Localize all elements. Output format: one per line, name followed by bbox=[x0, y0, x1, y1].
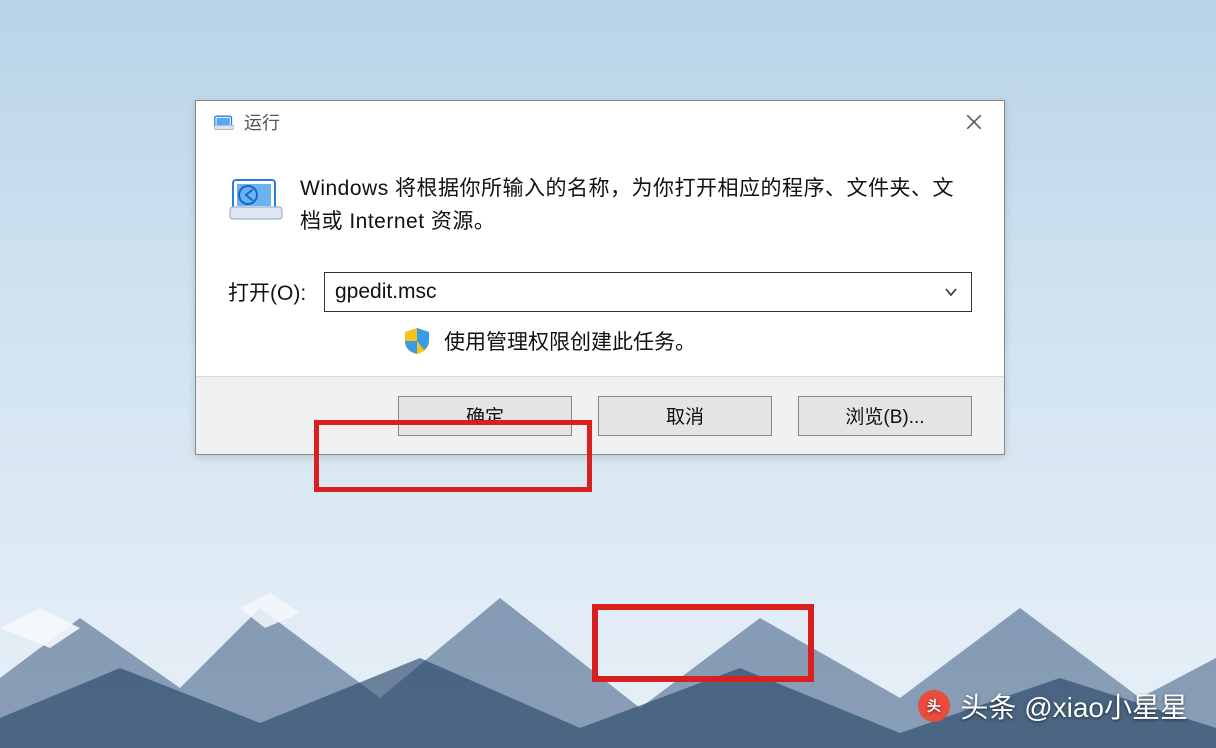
cancel-button[interactable]: 取消 bbox=[598, 396, 772, 436]
watermark: 头 头条 @xiao小星星 bbox=[918, 686, 1188, 726]
close-button[interactable] bbox=[962, 110, 986, 134]
admin-note-row: 使用管理权限创建此任务。 bbox=[228, 326, 972, 356]
browse-button[interactable]: 浏览(B)... bbox=[798, 396, 972, 436]
run-dialog: 运行 Windows 将根据你所输入的名称，为你打开相应的程序、文件夹、文档或 … bbox=[195, 100, 1005, 455]
admin-note-text: 使用管理权限创建此任务。 bbox=[444, 326, 696, 356]
run-icon-small bbox=[214, 113, 234, 131]
ok-button[interactable]: 确定 bbox=[398, 396, 572, 436]
open-label: 打开(O): bbox=[228, 277, 312, 307]
command-combo-wrapper bbox=[324, 272, 972, 312]
dialog-titlebar: 运行 bbox=[196, 101, 1004, 143]
watermark-logo-icon: 头 bbox=[918, 690, 950, 722]
dialog-footer: 确定 取消 浏览(B)... bbox=[196, 376, 1004, 454]
run-icon-large bbox=[228, 175, 284, 223]
open-row: 打开(O): bbox=[228, 272, 972, 312]
dialog-description: Windows 将根据你所输入的名称，为你打开相应的程序、文件夹、文档或 Int… bbox=[300, 173, 972, 238]
svg-text:头: 头 bbox=[927, 698, 941, 714]
description-row: Windows 将根据你所输入的名称，为你打开相应的程序、文件夹、文档或 Int… bbox=[228, 173, 972, 238]
dialog-body: Windows 将根据你所输入的名称，为你打开相应的程序、文件夹、文档或 Int… bbox=[196, 143, 1004, 376]
shield-icon bbox=[402, 326, 432, 356]
watermark-text: 头条 @xiao小星星 bbox=[960, 686, 1188, 726]
dialog-title-group: 运行 bbox=[214, 109, 280, 135]
command-input[interactable] bbox=[324, 272, 972, 312]
dialog-title: 运行 bbox=[244, 109, 280, 135]
